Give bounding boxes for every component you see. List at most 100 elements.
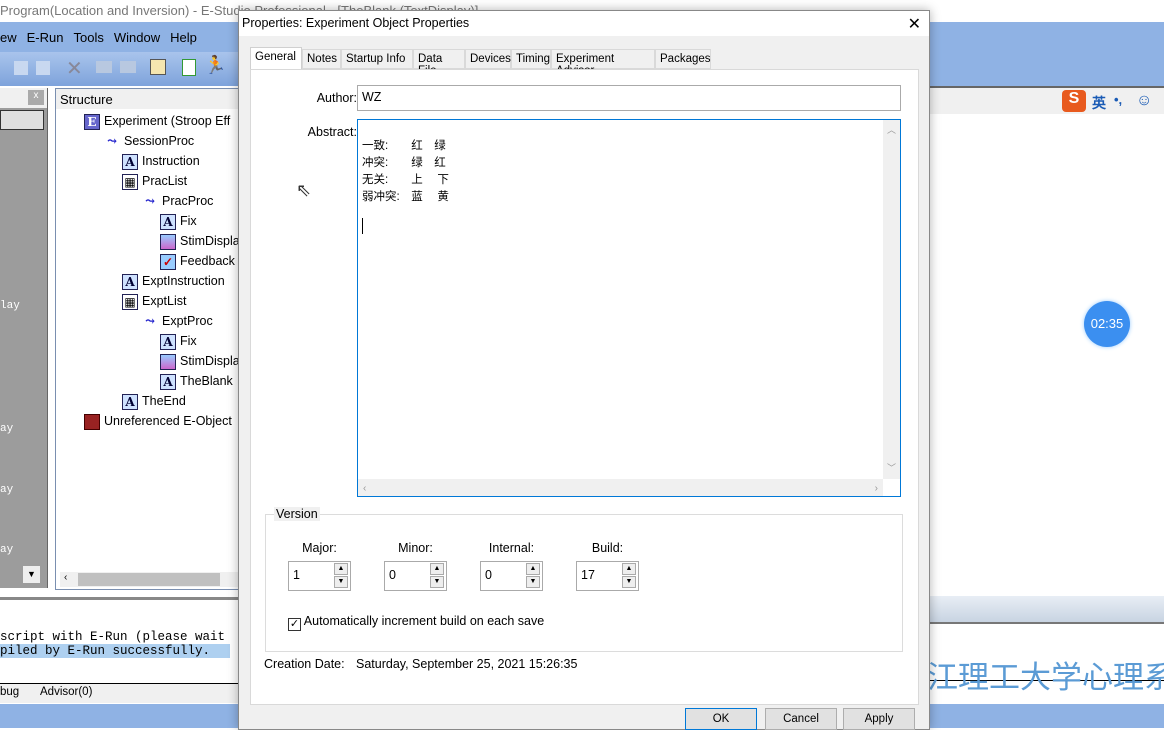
spin-down-icon[interactable]: ▼ [622, 576, 636, 588]
spin-up-icon[interactable]: ▲ [526, 563, 540, 575]
tree-item-label: StimDispla [180, 354, 240, 368]
browser-item[interactable]: ay [0, 423, 13, 435]
abstract-line: 一致: 红 绿 [362, 140, 446, 152]
ok-button[interactable]: OK [685, 708, 757, 730]
apply-button[interactable]: Apply [843, 708, 915, 730]
tree-item[interactable]: A TheBlank [160, 371, 233, 391]
version-value[interactable]: 1 [293, 568, 300, 582]
abstract-line: 弱冲突: 蓝 黄 [362, 191, 449, 203]
tree-item[interactable]: ▦ ExptList [122, 291, 186, 311]
text-display-icon: A [160, 333, 176, 350]
spin-down-icon[interactable]: ▼ [430, 576, 444, 588]
auto-increment-checkbox[interactable]: ✓ Automatically increment build on each … [288, 614, 544, 631]
tree-item-label: Unreferenced E-Object [104, 414, 232, 428]
spin-down-icon[interactable]: ▼ [334, 576, 348, 588]
tree-item[interactable]: E Experiment (Stroop Eff [84, 111, 230, 131]
delete-icon[interactable]: ✕ [66, 56, 83, 81]
output-window: script with E-Run (please wait piled by … [0, 597, 240, 685]
tree-item[interactable]: ⤳ ExptProc [142, 311, 213, 331]
menu-help[interactable]: Help [170, 30, 197, 45]
tree-item[interactable]: ▦ PracList [122, 171, 187, 191]
version-field-label: Internal: [488, 541, 535, 555]
tree-item[interactable]: StimDispla [160, 351, 240, 371]
menu-tools[interactable]: Tools [73, 30, 103, 45]
tree-item-label: Instruction [142, 154, 200, 168]
spin-up-icon[interactable]: ▲ [430, 563, 444, 575]
close-icon[interactable]: ✕ [908, 14, 921, 34]
browser-item[interactable]: ay [0, 484, 13, 496]
experiment-icon: E [84, 113, 100, 130]
tree-item[interactable]: ✓ Feedback [160, 251, 235, 271]
checkbox-check-icon[interactable]: ✓ [288, 618, 301, 631]
script-icon[interactable] [182, 59, 196, 76]
run-icon[interactable]: 🏃 [204, 55, 226, 76]
ime-language[interactable]: 英 [1092, 93, 1106, 113]
emoji-icon[interactable]: ☺ [1136, 92, 1152, 110]
browser-selected-row[interactable] [0, 110, 44, 130]
text-display-icon: A [122, 153, 138, 170]
version-spinner[interactable]: 1 ▲ ▼ [288, 561, 351, 591]
tree-item[interactable]: StimDispla [160, 231, 240, 251]
redo-icon[interactable] [120, 61, 136, 73]
spin-up-icon[interactable]: ▲ [622, 563, 636, 575]
horizontal-scrollbar[interactable]: ‹ [60, 572, 238, 587]
tab-data-file[interactable]: Data File [413, 49, 465, 77]
menu-window[interactable]: Window [114, 30, 160, 45]
author-input[interactable]: WZ [357, 85, 901, 111]
tree-item[interactable]: A Instruction [122, 151, 200, 171]
paste-icon[interactable] [36, 61, 50, 75]
tab-devices[interactable]: Devices [465, 49, 511, 69]
spin-down-icon[interactable]: ▼ [526, 576, 540, 588]
abstract-textarea[interactable]: 一致: 红 绿冲突: 绿 红无关: 上 下弱冲突: 蓝 黄 ︿ ﹀ ‹ › [357, 119, 901, 497]
image-display-icon [160, 353, 176, 370]
abstract-line: 冲突: 绿 红 [362, 157, 446, 169]
recording-timer[interactable]: 02:35 [1084, 301, 1130, 347]
cancel-button[interactable]: Cancel [765, 708, 837, 730]
tab-timing[interactable]: Timing [511, 49, 551, 69]
version-legend: Version [274, 507, 320, 521]
tree-item-label: SessionProc [124, 134, 195, 148]
tree-item-label: ExptInstruction [142, 274, 225, 288]
sogou-logo-icon[interactable]: S [1062, 90, 1086, 112]
tab-experiment-advisor[interactable]: Experiment Advisor [551, 49, 655, 77]
vertical-scrollbar[interactable]: ︿ ﹀ [883, 120, 900, 479]
properties-icon[interactable] [150, 59, 166, 75]
text-display-icon: A [160, 213, 176, 230]
spin-up-icon[interactable]: ▲ [334, 563, 348, 575]
version-value[interactable]: 0 [389, 568, 396, 582]
version-spinner[interactable]: 0 ▲ ▼ [480, 561, 543, 591]
tree-item[interactable]: ⤳ PracProc [142, 191, 213, 211]
abstract-line: 无关: 上 下 [362, 174, 449, 186]
copy-icon[interactable] [14, 61, 28, 75]
browser-item[interactable]: ay [0, 544, 13, 556]
scroll-down-icon[interactable]: ▼ [23, 566, 40, 583]
tab-notes[interactable]: Notes [302, 49, 341, 69]
tab-debug[interactable]: bug [0, 686, 19, 698]
tab-startup-info[interactable]: Startup Info [341, 49, 413, 69]
menu-view[interactable]: ew [0, 30, 17, 45]
version-value[interactable]: 17 [581, 568, 595, 582]
close-panel-icon[interactable]: x [28, 90, 44, 105]
tab-general[interactable]: General [250, 47, 302, 70]
undo-icon[interactable] [96, 61, 112, 73]
text-display-icon: A [122, 273, 138, 290]
procedure-icon: ⤳ [144, 193, 156, 208]
version-spinner[interactable]: 0 ▲ ▼ [384, 561, 447, 591]
tree-item-label: PracProc [162, 194, 214, 208]
version-spinner[interactable]: 17 ▲ ▼ [576, 561, 639, 591]
tree-item[interactable]: A Fix [160, 211, 197, 231]
tree-item[interactable]: A TheEnd [122, 391, 186, 411]
menu-erun[interactable]: E-Run [27, 30, 64, 45]
tree-item[interactable]: Unreferenced E-Object [84, 411, 232, 431]
tab-advisor[interactable]: Advisor(0) [40, 686, 92, 698]
tree-item[interactable]: ⤳ SessionProc [104, 131, 194, 151]
tab-packages[interactable]: Packages [655, 49, 711, 69]
dialog-title-bar: Properties: Experiment Object Properties… [239, 11, 929, 36]
tree-item[interactable]: A Fix [160, 331, 197, 351]
ime-punctuation[interactable]: •, [1114, 92, 1122, 107]
tree-item[interactable]: A ExptInstruction [122, 271, 225, 291]
browser-item[interactable]: lay [0, 300, 20, 312]
version-value[interactable]: 0 [485, 568, 492, 582]
output-tabs: bug Advisor(0) [0, 683, 240, 703]
horizontal-scrollbar[interactable]: ‹ › [358, 479, 883, 496]
